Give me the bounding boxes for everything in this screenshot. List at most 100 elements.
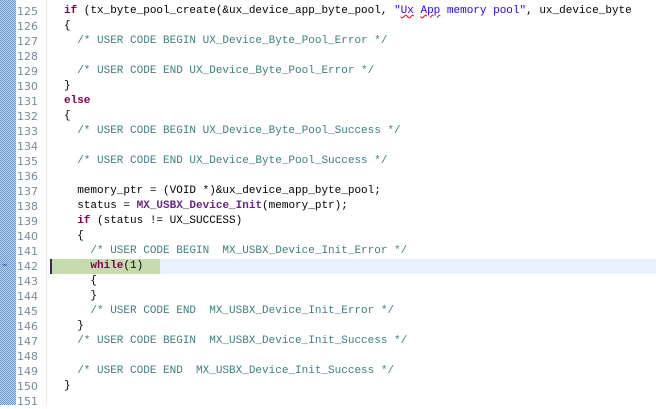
code-text: } [64, 79, 71, 94]
code-text: /* USER CODE END UX_Device_Byte_Pool_Err… [64, 64, 374, 79]
keyword-token: if [77, 215, 91, 227]
code-editor[interactable]: 124125if (tx_byte_pool_create(&ux_device… [0, 0, 656, 409]
code-token: { [64, 20, 71, 32]
code-text: } [64, 379, 71, 394]
line-number[interactable]: 126 [17, 19, 41, 34]
code-line[interactable]: 136 [0, 169, 656, 184]
code-line[interactable]: 134 [0, 139, 656, 154]
code-line[interactable]: 125 if (tx_byte_pool_create(&ux_device_ap… [0, 4, 656, 19]
code-line[interactable]: 148 [0, 349, 656, 364]
line-number[interactable]: 137 [17, 184, 41, 199]
code-line[interactable]: 138 status = MX_USBX_Device_Init(memory_… [0, 199, 656, 214]
code-text: { [64, 109, 71, 124]
line-number[interactable]: 151 [17, 394, 41, 409]
line-number[interactable]: 138 [17, 199, 41, 214]
line-number[interactable]: 134 [17, 139, 41, 154]
line-number[interactable]: 148 [17, 349, 41, 364]
comment-token: /* USER CODE BEGIN UX_Device_Byte_Pool_E… [64, 35, 388, 47]
code-line[interactable]: 149 /* USER CODE END MX_USBX_Device_Init… [0, 364, 656, 379]
code-token: (status != UX_SUCCESS) [90, 215, 243, 227]
code-token: { [64, 230, 84, 242]
code-text: /* USER CODE BEGIN UX_Device_Byte_Pool_S… [64, 124, 400, 139]
line-number[interactable]: 141 [17, 244, 41, 259]
code-line[interactable]: 145 /* USER CODE END MX_USBX_Device_Init… [0, 304, 656, 319]
string-token: memory pool" [440, 5, 527, 17]
line-number[interactable]: 146 [17, 319, 41, 334]
code-text: memory_ptr = (VOID *)&ux_device_app_byte… [64, 184, 381, 199]
line-number[interactable]: 149 [17, 364, 41, 379]
line-number[interactable]: 130 [17, 79, 41, 94]
code-line[interactable]: ➡ 142 while(1) [0, 259, 656, 274]
code-text: /* USER CODE BEGIN MX_USBX_Device_Init_E… [64, 244, 407, 259]
line-number[interactable]: 144 [17, 289, 41, 304]
code-token: } [64, 320, 84, 332]
code-text: /* USER CODE BEGIN MX_USBX_Device_Init_S… [64, 334, 407, 349]
code-text: while(1) [64, 259, 143, 274]
code-text: if (tx_byte_pool_create(&ux_device_app_b… [64, 4, 632, 19]
code-line[interactable]: 139 if (status != UX_SUCCESS) [0, 214, 656, 229]
code-line[interactable]: 131 else [0, 94, 656, 109]
line-number[interactable]: 132 [17, 109, 41, 124]
code-token: , ux_device_byte [526, 5, 632, 17]
line-number[interactable]: 147 [17, 334, 41, 349]
line-number[interactable]: 128 [17, 49, 41, 64]
comment-token: /* USER CODE END UX_Device_Byte_Pool_Suc… [64, 155, 388, 167]
code-line[interactable]: 132 { [0, 109, 656, 124]
code-line[interactable]: 133 /* USER CODE BEGIN UX_Device_Byte_Po… [0, 124, 656, 139]
code-text: /* USER CODE END MX_USBX_Device_Init_Err… [64, 304, 394, 319]
line-number[interactable]: 131 [17, 94, 41, 109]
line-number[interactable]: 133 [17, 124, 41, 139]
code-token: (1) [123, 260, 144, 272]
execution-bar [50, 259, 52, 274]
code-line[interactable]: 140 { [0, 229, 656, 244]
code-text: { [64, 19, 71, 34]
instruction-pointer-arrow-icon: ➡ [2, 261, 8, 271]
line-number[interactable]: 125 [17, 4, 41, 19]
code-token: { [64, 275, 98, 287]
code-line[interactable]: 147 /* USER CODE BEGIN MX_USBX_Device_In… [0, 334, 656, 349]
keyword-token: if [64, 5, 78, 17]
code-token: } [64, 80, 71, 92]
code-line[interactable]: 129 /* USER CODE END UX_Device_Byte_Pool… [0, 64, 656, 79]
line-number[interactable]: 142 [17, 259, 41, 274]
line-number[interactable]: 143 [17, 274, 41, 289]
line-number[interactable]: 140 [17, 229, 41, 244]
code-token: } [64, 380, 71, 392]
line-number[interactable]: 139 [17, 214, 41, 229]
code-line[interactable]: 126 { [0, 19, 656, 34]
keyword-token: else [64, 95, 91, 107]
keyword-token: while [90, 260, 124, 272]
code-line[interactable]: 127 /* USER CODE BEGIN UX_Device_Byte_Po… [0, 34, 656, 49]
code-token: status = [64, 200, 137, 212]
code-line[interactable]: 143 { [0, 274, 656, 289]
code-text: /* USER CODE END UX_Device_Byte_Pool_Suc… [64, 154, 387, 169]
code-line[interactable]: 141 /* USER CODE BEGIN MX_USBX_Device_In… [0, 244, 656, 259]
string-token: " [394, 5, 401, 17]
code-text: if (status != UX_SUCCESS) [64, 214, 242, 229]
line-number[interactable]: 127 [17, 34, 41, 49]
code-text: /* USER CODE BEGIN UX_Device_Byte_Pool_E… [64, 34, 387, 49]
comment-token: /* USER CODE BEGIN MX_USBX_Device_Init_E… [64, 245, 408, 257]
code-line[interactable]: 151 [0, 394, 656, 409]
code-line[interactable]: 135 /* USER CODE END UX_Device_Byte_Pool… [0, 154, 656, 169]
line-number[interactable]: 145 [17, 304, 41, 319]
code-line[interactable]: 144 } [0, 289, 656, 304]
code-token: (tx_byte_pool_create(&ux_device_app_byte… [77, 5, 395, 17]
line-number[interactable]: 129 [17, 64, 41, 79]
function-token: MX_USBX_Device_Init [136, 200, 263, 212]
code-token: } [64, 290, 98, 302]
code-line[interactable]: 150} [0, 379, 656, 394]
code-line[interactable]: 146 } [0, 319, 656, 334]
code-text: } [64, 319, 84, 334]
code-line[interactable]: 137 memory_ptr = (VOID *)&ux_device_app_… [0, 184, 656, 199]
line-number[interactable]: 136 [17, 169, 41, 184]
line-number[interactable]: 150 [17, 379, 41, 394]
string-token: App [420, 5, 441, 17]
line-number[interactable]: 135 [17, 154, 41, 169]
comment-token: /* USER CODE END UX_Device_Byte_Pool_Err… [64, 65, 375, 77]
code-token: memory_ptr = (VOID *)&ux_device_app_byte… [64, 185, 381, 197]
code-line[interactable]: 128 [0, 49, 656, 64]
code-line[interactable]: 130} [0, 79, 656, 94]
